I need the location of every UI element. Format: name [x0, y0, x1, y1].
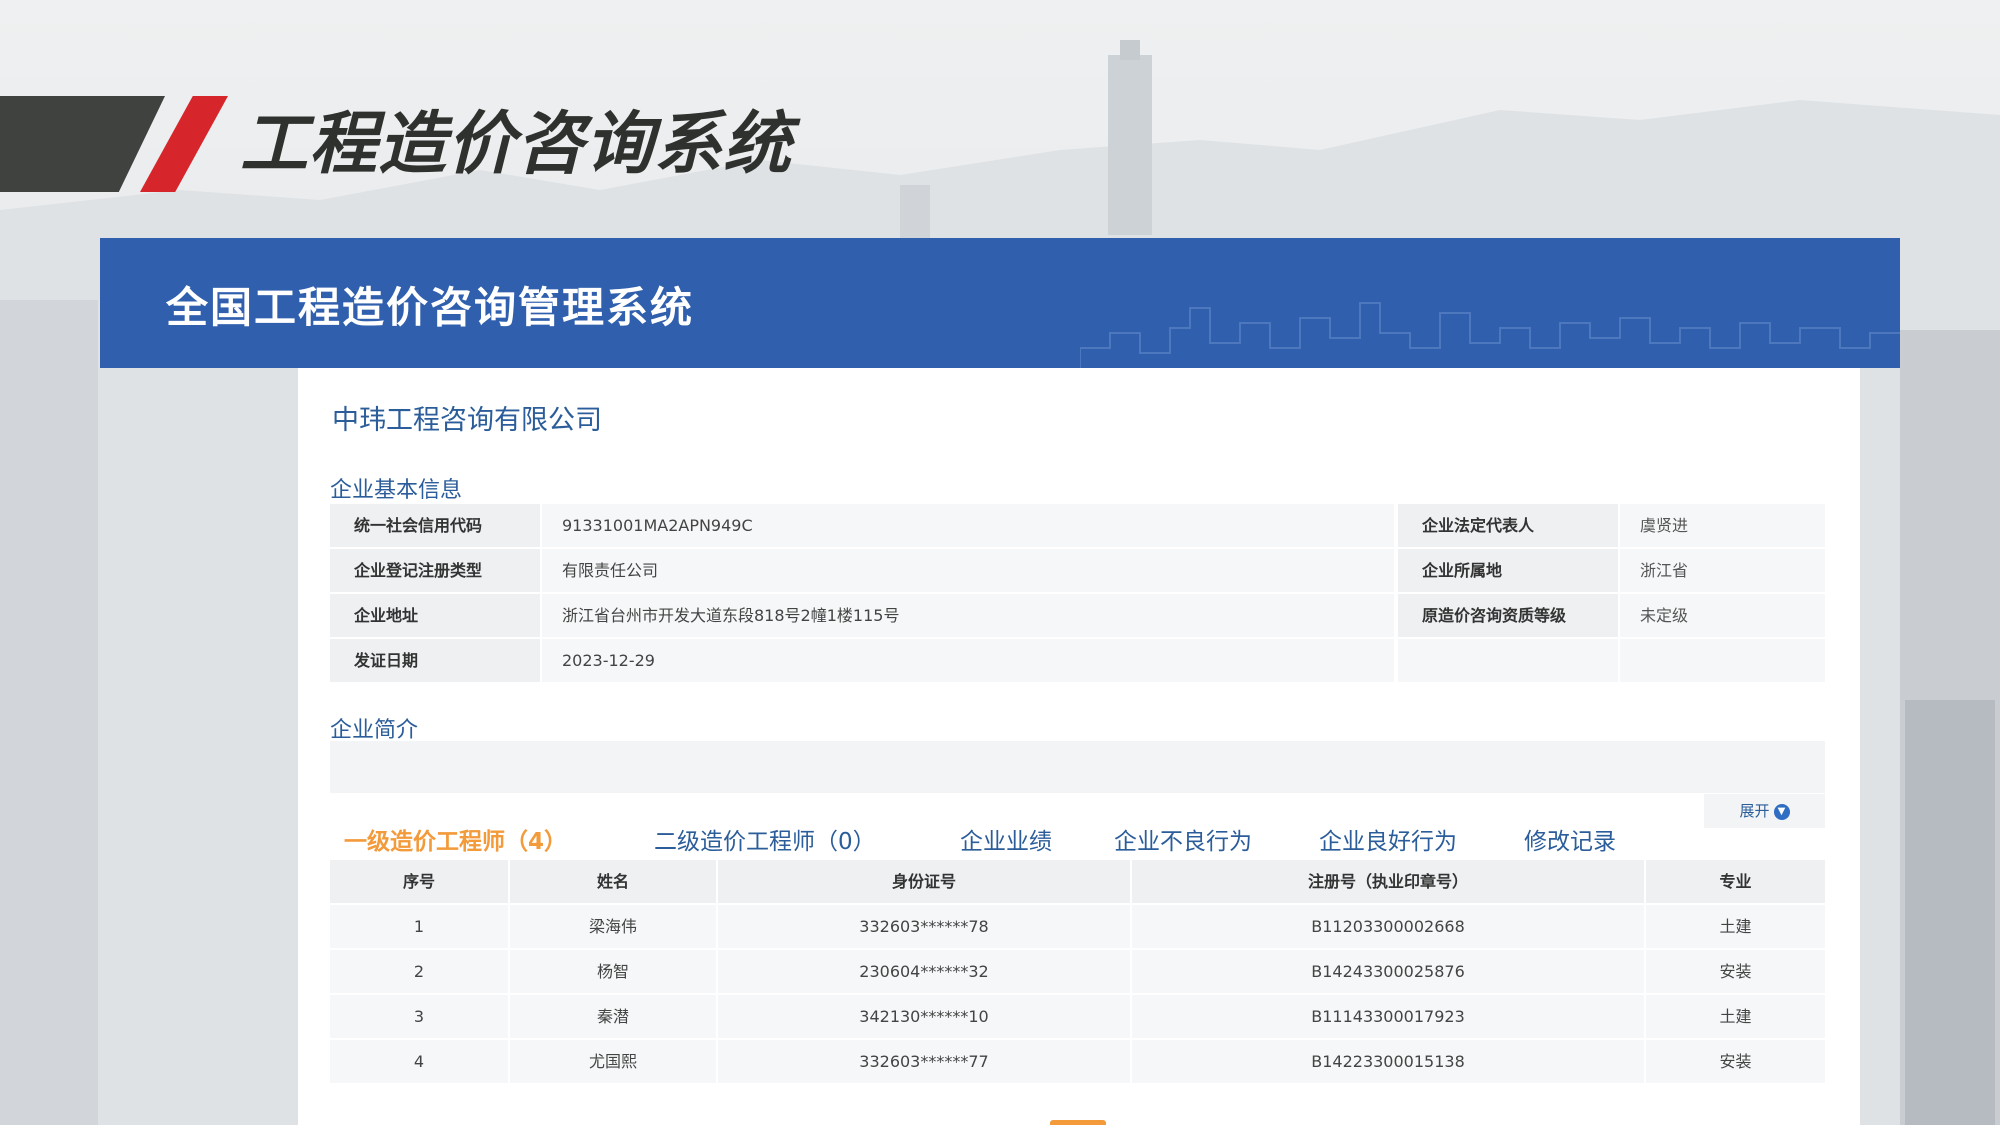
tab-bad-behavior[interactable]: 企业不良行为: [1114, 822, 1252, 856]
table-cell: 安装: [1646, 950, 1825, 993]
info-value: 2023-12-29: [542, 639, 1394, 682]
table-cell: 3: [330, 995, 508, 1038]
table-row: 4 尤国熙 332603******77 B14223300015138 安装: [330, 1040, 1825, 1085]
info-label: 发证日期: [330, 639, 540, 682]
info-label: 企业法定代表人: [1398, 504, 1618, 547]
column-header: 注册号（执业印章号）: [1132, 860, 1644, 903]
table-cell: 2: [330, 950, 508, 993]
company-intro-box: [330, 741, 1825, 793]
table-cell: 土建: [1646, 905, 1825, 948]
info-value: 有限责任公司: [542, 549, 1394, 592]
table-cell: B11203300002668: [1132, 905, 1644, 948]
table-cell: 230604******32: [718, 950, 1130, 993]
table-row: 3 秦潜 342130******10 B11143300017923 土建: [330, 995, 1825, 1040]
basic-info-table: 统一社会信用代码 91331001MA2APN949C 企业法定代表人 虞贤进 …: [330, 504, 1825, 684]
column-header: 身份证号: [718, 860, 1130, 903]
expand-button[interactable]: 展开 ▼: [1704, 794, 1825, 828]
table-cell: 尤国熙: [510, 1040, 716, 1083]
info-row: 企业地址 浙江省台州市开发大道东段818号2幢1楼115号 原造价咨询资质等级 …: [330, 594, 1825, 639]
table-cell: 332603******78: [718, 905, 1130, 948]
column-header: 姓名: [510, 860, 716, 903]
app-header: 全国工程造价咨询管理系统: [100, 238, 1900, 368]
pagination-indicator[interactable]: [1050, 1120, 1106, 1125]
section-intro: 企业简介: [330, 718, 419, 743]
app-title: 全国工程造价咨询管理系统: [166, 283, 695, 332]
table-cell: 342130******10: [718, 995, 1130, 1038]
info-label: 原造价咨询资质等级: [1398, 594, 1618, 637]
info-value: 浙江省台州市开发大道东段818号2幢1楼115号: [542, 594, 1394, 637]
info-value: 浙江省: [1620, 549, 1825, 592]
info-label: 企业所属地: [1398, 549, 1618, 592]
tab-performance[interactable]: 企业业绩: [960, 822, 1052, 856]
column-header: 序号: [330, 860, 508, 903]
info-row: 统一社会信用代码 91331001MA2APN949C 企业法定代表人 虞贤进: [330, 504, 1825, 549]
chevron-down-icon: ▼: [1773, 803, 1790, 820]
table-row: 2 杨智 230604******32 B14243300025876 安装: [330, 950, 1825, 995]
table-cell: 4: [330, 1040, 508, 1083]
table-cell: B14243300025876: [1132, 950, 1644, 993]
info-label: 统一社会信用代码: [330, 504, 540, 547]
column-header: 专业: [1646, 860, 1825, 903]
tab-level1-engineers[interactable]: 一级造价工程师（4）: [344, 822, 567, 856]
table-cell: 安装: [1646, 1040, 1825, 1083]
table-cell: B11143300017923: [1132, 995, 1644, 1038]
info-label: 企业地址: [330, 594, 540, 637]
table-cell: 土建: [1646, 995, 1825, 1038]
tab-change-log[interactable]: 修改记录: [1524, 822, 1616, 856]
engineers-table: 序号 姓名 身份证号 注册号（执业印章号） 专业 1 梁海伟 332603***…: [330, 860, 1825, 1085]
table-cell: 332603******77: [718, 1040, 1130, 1083]
tab-good-behavior[interactable]: 企业良好行为: [1319, 822, 1457, 856]
info-value: 虞贤进: [1620, 504, 1825, 547]
table-header-row: 序号 姓名 身份证号 注册号（执业印章号） 专业: [330, 860, 1825, 905]
table-row: 1 梁海伟 332603******78 B11203300002668 土建: [330, 905, 1825, 950]
company-name: 中玮工程咨询有限公司: [332, 405, 602, 436]
table-cell: 秦潜: [510, 995, 716, 1038]
info-value: 91331001MA2APN949C: [542, 504, 1394, 547]
table-cell: B14223300015138: [1132, 1040, 1644, 1083]
info-row: 发证日期 2023-12-29: [330, 639, 1825, 684]
info-row: 企业登记注册类型 有限责任公司 企业所属地 浙江省: [330, 549, 1825, 594]
company-detail-panel: 中玮工程咨询有限公司 企业基本信息 统一社会信用代码 91331001MA2AP…: [298, 368, 1860, 1125]
table-cell: 杨智: [510, 950, 716, 993]
skyline-decoration-icon: [1080, 302, 1900, 368]
slide-title: 工程造价咨询系统: [240, 105, 793, 184]
table-cell: 梁海伟: [510, 905, 716, 948]
info-value: [1620, 639, 1825, 682]
info-label: [1398, 639, 1618, 682]
info-value: 未定级: [1620, 594, 1825, 637]
tab-level2-engineers[interactable]: 二级造价工程师（0）: [654, 822, 876, 856]
expand-label: 展开: [1739, 802, 1770, 820]
info-label: 企业登记注册类型: [330, 549, 540, 592]
table-cell: 1: [330, 905, 508, 948]
section-basic-info: 企业基本信息: [330, 478, 463, 503]
